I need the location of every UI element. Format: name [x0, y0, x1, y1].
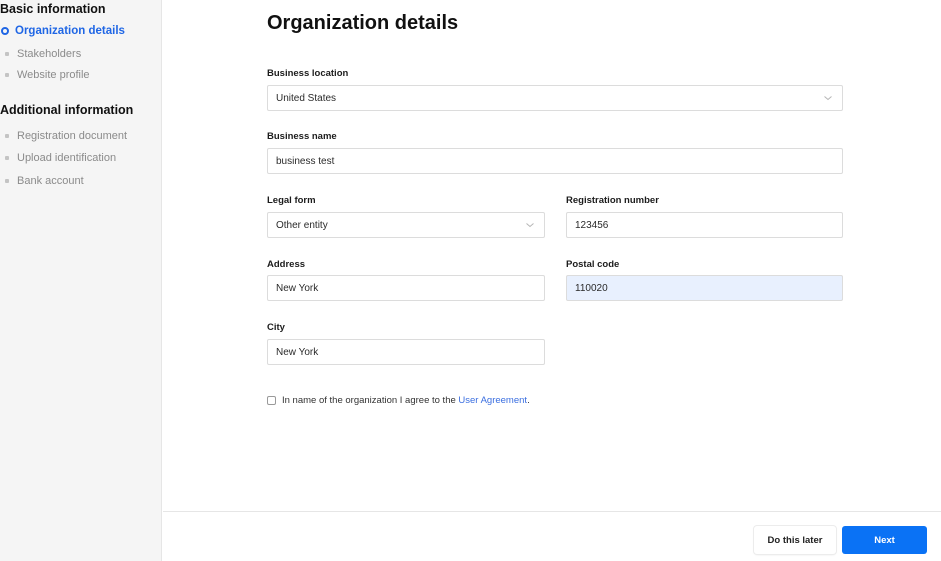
- city-value: New York: [276, 347, 318, 358]
- user-agreement-text: In name of the organization I agree to t…: [282, 395, 458, 406]
- chevron-down-icon: [526, 221, 534, 229]
- do-this-later-button[interactable]: Do this later: [754, 526, 836, 554]
- city-label: City: [267, 322, 285, 333]
- registration-number-input[interactable]: 123456: [566, 212, 843, 238]
- address-value: New York: [276, 283, 318, 294]
- legal-form-label: Legal form: [267, 195, 316, 206]
- postal-code-value: 110020: [575, 283, 608, 294]
- city-input[interactable]: New York: [267, 339, 545, 365]
- sidebar-item-label: Stakeholders: [17, 48, 81, 60]
- business-name-value: business test: [276, 156, 334, 167]
- next-button[interactable]: Next: [842, 526, 927, 554]
- sidebar-item-upload-identification[interactable]: Upload identification: [0, 150, 116, 166]
- legal-form-value: Other entity: [276, 220, 328, 231]
- bullet-icon: [5, 52, 9, 56]
- business-location-label: Business location: [267, 68, 348, 79]
- sidebar-item-stakeholders[interactable]: Stakeholders: [0, 46, 81, 62]
- chevron-down-icon: [824, 94, 832, 102]
- sidebar: Basic information Organization details S…: [0, 0, 162, 561]
- sidebar-item-label: Website profile: [17, 69, 90, 81]
- bullet-icon: [5, 134, 9, 138]
- user-agreement-link[interactable]: User Agreement: [458, 395, 527, 406]
- postal-code-label: Postal code: [566, 259, 619, 270]
- registration-number-label: Registration number: [566, 195, 659, 206]
- address-input[interactable]: New York: [267, 275, 545, 301]
- sidebar-item-label: Organization details: [15, 25, 125, 37]
- sidebar-heading-additional-information: Additional information: [0, 103, 133, 117]
- user-agreement-row: In name of the organization I agree to t…: [267, 395, 530, 406]
- bullet-icon: [5, 179, 9, 183]
- sidebar-heading-basic-information: Basic information: [0, 2, 106, 16]
- bullet-icon: [5, 156, 9, 160]
- user-agreement-suffix: .: [527, 395, 530, 406]
- business-name-label: Business name: [267, 131, 337, 142]
- sidebar-item-label: Registration document: [17, 130, 127, 142]
- postal-code-input[interactable]: 110020: [566, 275, 843, 301]
- footer-divider: [163, 511, 941, 512]
- sidebar-item-website-profile[interactable]: Website profile: [0, 67, 90, 83]
- business-location-value: United States: [276, 93, 336, 104]
- page-title: Organization details: [267, 12, 458, 35]
- bullet-icon: [5, 73, 9, 77]
- user-agreement-checkbox[interactable]: [267, 396, 276, 405]
- sidebar-item-organization-details[interactable]: Organization details: [0, 23, 125, 39]
- sidebar-item-label: Upload identification: [17, 152, 116, 164]
- legal-form-select[interactable]: Other entity: [267, 212, 545, 238]
- business-location-select[interactable]: United States: [267, 85, 843, 111]
- business-name-input[interactable]: business test: [267, 148, 843, 174]
- address-label: Address: [267, 259, 305, 270]
- sidebar-item-registration-document[interactable]: Registration document: [0, 128, 127, 144]
- current-step-ring-icon: [1, 27, 9, 35]
- sidebar-item-bank-account[interactable]: Bank account: [0, 173, 84, 189]
- sidebar-item-label: Bank account: [17, 175, 84, 187]
- registration-number-value: 123456: [575, 220, 608, 231]
